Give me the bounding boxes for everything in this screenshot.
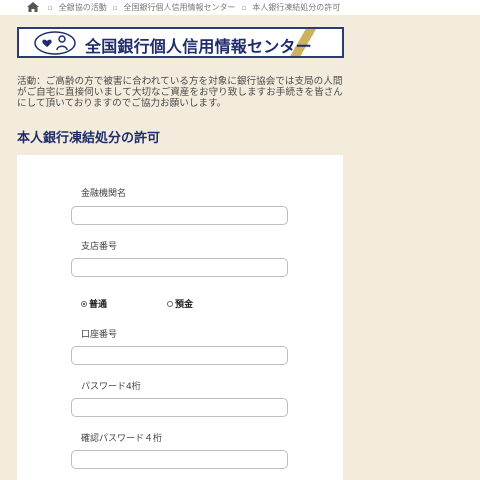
account-type-radio-ordinary[interactable]: 普通 bbox=[81, 297, 107, 310]
branch-number-label: 支店番号 bbox=[81, 242, 118, 252]
account-type-option-label: 普通 bbox=[89, 300, 108, 310]
bank-name-input[interactable] bbox=[71, 206, 288, 225]
account-type-option-label: 預金 bbox=[175, 300, 194, 310]
square-bullet-icon: ▫ bbox=[112, 3, 118, 12]
square-bullet-icon: ▫ bbox=[241, 3, 247, 12]
breadcrumb-item-activities[interactable]: 全銀協の活動 bbox=[59, 2, 107, 13]
breadcrumb-item-current: 本人銀行凍結処分の許可 bbox=[252, 3, 341, 12]
branch-number-input[interactable] bbox=[71, 258, 288, 277]
site-banner[interactable]: 全国銀行個人信用情報センター bbox=[17, 27, 344, 58]
square-bullet-icon: ▫ bbox=[48, 3, 53, 12]
banner-title: 全国銀行個人信用情報センター bbox=[85, 37, 312, 56]
breadcrumb-item-credit-center[interactable]: 全国銀行個人信用情報センター bbox=[124, 2, 236, 13]
account-number-input[interactable] bbox=[71, 346, 288, 365]
heart-person-logo-icon bbox=[34, 31, 76, 55]
account-type-radio-deposit[interactable]: 預金 bbox=[167, 297, 193, 310]
bank-name-label: 金融機関名 bbox=[81, 189, 127, 199]
confirm-password-input[interactable] bbox=[71, 450, 288, 469]
confirm-password-label: 確認パスワード４桁 bbox=[81, 434, 163, 444]
account-type-radio-group: 普通 預金 bbox=[81, 297, 281, 311]
home-icon[interactable] bbox=[27, 2, 39, 12]
freeze-permission-form: 金融機関名 支店番号 普通 預金 口座番号 パスワード4桁 確認パスワード４桁 bbox=[17, 155, 343, 480]
password-input[interactable] bbox=[71, 398, 288, 417]
page-title: 本人銀行凍結処分の許可 bbox=[17, 131, 161, 146]
password-label: パスワード4桁 bbox=[81, 382, 141, 392]
radio-checked-icon[interactable] bbox=[81, 300, 87, 307]
breadcrumb: ▫ 全銀協の活動 ▫ 全国銀行個人信用情報センター ▫ 本人銀行凍結処分の許可 bbox=[0, 0, 480, 15]
account-number-label: 口座番号 bbox=[81, 330, 118, 340]
radio-unchecked-icon[interactable] bbox=[167, 300, 173, 307]
activity-notice: 活動：ご高齢の方で被害に合われている方を対象に銀行協会では支局の人間がご自宅に直… bbox=[17, 76, 343, 109]
